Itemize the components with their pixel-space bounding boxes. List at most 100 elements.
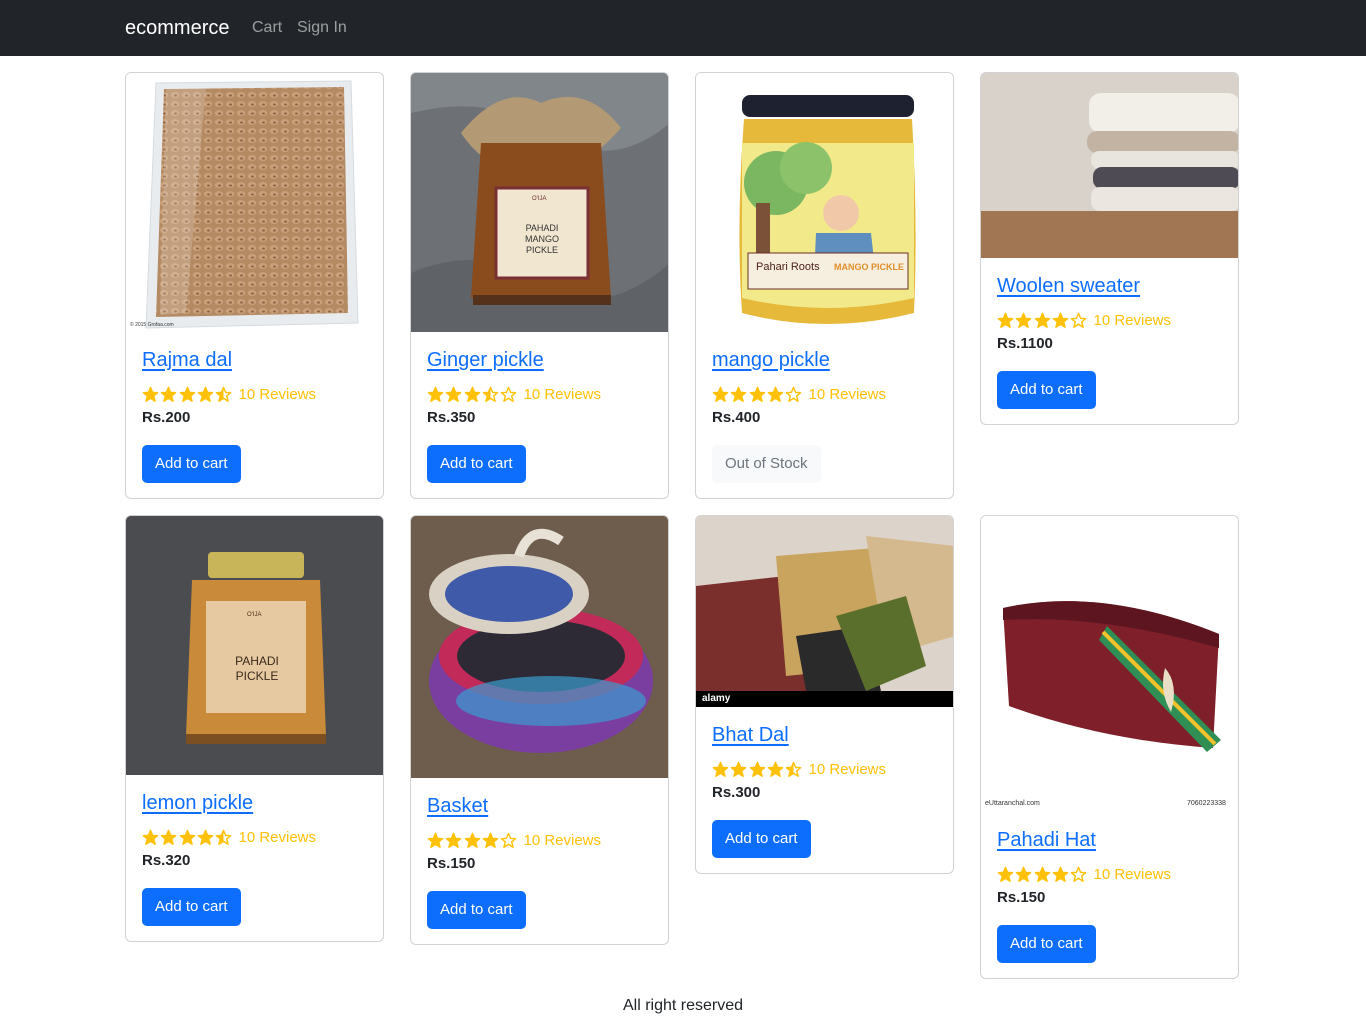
product-price: Rs.350 xyxy=(427,409,476,426)
rajma-dal-image[interactable]: © 2015 Grofaa.com xyxy=(126,73,383,332)
star-filled-icon xyxy=(767,386,784,402)
add-to-cart-button[interactable]: Add to cart xyxy=(712,820,811,858)
product-title[interactable]: Pahadi Hat xyxy=(997,828,1222,852)
star-filled-icon xyxy=(142,829,159,845)
lemon-pickle-image[interactable]: O'IJA PAHADI PICKLE xyxy=(126,516,383,775)
jar-label: PAHADI MANGO PICKLE xyxy=(524,223,559,255)
review-count[interactable]: 10 Reviews xyxy=(523,386,601,403)
jar-label: PAHADI PICKLE xyxy=(235,654,279,683)
product-price: Rs.300 xyxy=(712,784,761,801)
bhat-dal-image[interactable]: alamy xyxy=(696,516,953,707)
out-of-stock-button[interactable]: Out of Stock xyxy=(712,445,821,483)
star-filled-icon xyxy=(1052,312,1069,328)
pahadi-hat-image[interactable]: eUttaranchal.com 7060223338 xyxy=(981,516,1238,812)
add-to-cart-button[interactable]: Add to cart xyxy=(142,445,241,483)
star-half-icon xyxy=(482,386,499,402)
navbar-brand[interactable]: ecommerce xyxy=(125,17,229,40)
product-rating: 10 Reviews xyxy=(142,384,367,404)
product-rating: 10 Reviews xyxy=(712,384,937,404)
star-filled-icon xyxy=(427,386,444,402)
review-count[interactable]: 10 Reviews xyxy=(1093,312,1171,329)
product-rating: 10 Reviews xyxy=(712,759,937,779)
star-filled-icon xyxy=(179,386,195,402)
product-title[interactable]: lemon pickle xyxy=(142,791,367,815)
jar-brand-label: O'IJA xyxy=(532,196,547,202)
star-filled-icon xyxy=(464,832,480,848)
star-filled-icon xyxy=(997,866,1014,882)
star-filled-icon xyxy=(712,761,729,777)
star-filled-icon xyxy=(1034,312,1050,328)
nav-link-sign-in[interactable]: Sign In xyxy=(297,19,347,37)
review-count[interactable]: 10 Reviews xyxy=(1093,866,1171,883)
star-filled-icon xyxy=(749,386,765,402)
star-empty-icon xyxy=(1070,312,1087,328)
woolen-sweater-image[interactable] xyxy=(981,73,1238,258)
star-filled-icon xyxy=(161,829,177,845)
product-rating: 10 Reviews xyxy=(997,864,1222,884)
review-count[interactable]: 10 Reviews xyxy=(523,832,601,849)
add-to-cart-button[interactable]: Add to cart xyxy=(997,371,1096,409)
star-filled-icon xyxy=(161,386,177,402)
star-filled-icon xyxy=(749,761,765,777)
product-rating: 10 Reviews xyxy=(427,384,652,404)
product-title[interactable]: Bhat Dal xyxy=(712,723,937,747)
product-rating: 10 Reviews xyxy=(997,310,1222,330)
review-count[interactable]: 10 Reviews xyxy=(808,761,886,778)
star-filled-icon xyxy=(464,386,480,402)
product-price: Rs.320 xyxy=(142,852,191,869)
image-watermark: eUttaranchal.com xyxy=(985,800,1040,807)
jar-brand-label: Pahari Roots xyxy=(756,261,820,273)
star-filled-icon xyxy=(197,386,214,402)
product-title[interactable]: Woolen sweater xyxy=(997,274,1222,298)
product-card: eUttaranchal.com 7060223338 Pahadi Hat 1… xyxy=(980,515,1239,979)
star-filled-icon xyxy=(1052,866,1069,882)
product-card: O'IJA PAHADI MANGO PICKLE Ginger pickle … xyxy=(410,72,669,499)
star-empty-icon xyxy=(1070,866,1087,882)
product-price: Rs.1100 xyxy=(997,335,1053,352)
product-card: Woolen sweater 10 Reviews Rs.1100 Add to… xyxy=(980,72,1239,425)
product-rating: 10 Reviews xyxy=(427,830,652,850)
star-filled-icon xyxy=(482,832,499,848)
product-title[interactable]: Rajma dal xyxy=(142,348,367,372)
star-filled-icon xyxy=(446,386,462,402)
star-filled-icon xyxy=(427,832,444,848)
star-empty-icon xyxy=(785,386,802,402)
product-price: Rs.200 xyxy=(142,409,191,426)
star-filled-icon xyxy=(767,761,784,777)
product-price: Rs.400 xyxy=(712,409,761,426)
product-rating: 10 Reviews xyxy=(142,827,367,847)
add-to-cart-button[interactable]: Add to cart xyxy=(427,891,526,929)
star-half-icon xyxy=(785,761,802,777)
star-filled-icon xyxy=(197,829,214,845)
nav-link-cart[interactable]: Cart xyxy=(252,19,282,37)
product-title[interactable]: Basket xyxy=(427,794,652,818)
product-price: Rs.150 xyxy=(427,855,476,872)
mango-pickle-image[interactable]: Pahari Roots MANGO PICKLE xyxy=(696,73,953,332)
add-to-cart-button[interactable]: Add to cart xyxy=(427,445,526,483)
add-to-cart-button[interactable]: Add to cart xyxy=(997,925,1096,963)
product-title[interactable]: mango pickle xyxy=(712,348,937,372)
product-card: © 2015 Grofaa.com Rajma dal 10 Reviews R… xyxy=(125,72,384,499)
star-filled-icon xyxy=(446,832,462,848)
review-count[interactable]: 10 Reviews xyxy=(238,386,316,403)
star-filled-icon xyxy=(1016,866,1032,882)
product-price: Rs.150 xyxy=(997,889,1046,906)
star-filled-icon xyxy=(1034,866,1050,882)
ginger-pickle-image[interactable]: O'IJA PAHADI MANGO PICKLE xyxy=(411,73,668,332)
star-filled-icon xyxy=(731,761,747,777)
add-to-cart-button[interactable]: Add to cart xyxy=(142,888,241,926)
review-count[interactable]: 10 Reviews xyxy=(238,829,316,846)
star-filled-icon xyxy=(179,829,195,845)
basket-image[interactable] xyxy=(411,516,668,778)
product-card: alamy Bhat Dal 10 Reviews Rs.300 Add to … xyxy=(695,515,954,874)
product-title[interactable]: Ginger pickle xyxy=(427,348,652,372)
star-filled-icon xyxy=(712,386,729,402)
footer-text: All right reserved xyxy=(622,997,744,1014)
star-half-icon xyxy=(215,386,232,402)
review-count[interactable]: 10 Reviews xyxy=(808,386,886,403)
star-empty-icon xyxy=(500,386,517,402)
product-card: O'IJA PAHADI PICKLE lemon pickle 10 Revi… xyxy=(125,515,384,942)
star-filled-icon xyxy=(1016,312,1032,328)
star-empty-icon xyxy=(500,832,517,848)
top-navbar: ecommerce Cart Sign In xyxy=(0,0,1366,56)
